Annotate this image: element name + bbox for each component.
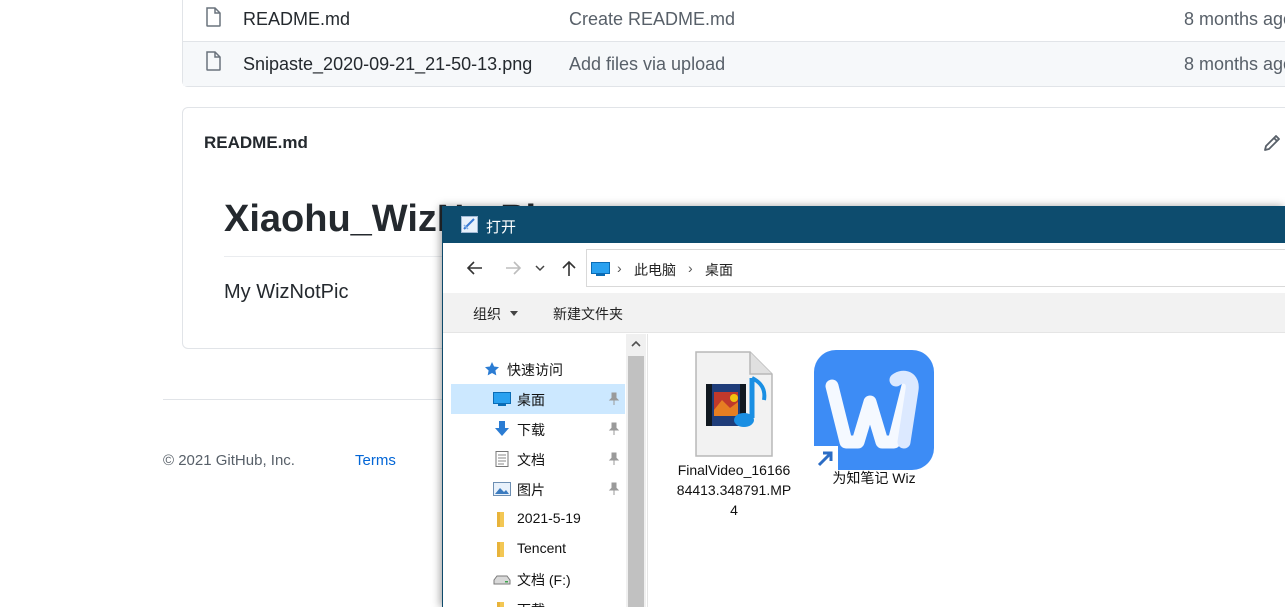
- file-icon: [206, 51, 221, 71]
- nav-scrollbar[interactable]: [626, 334, 646, 607]
- nav-item-desktop[interactable]: 桌面: [451, 384, 625, 414]
- nav-item-drive[interactable]: 文档 (F:): [451, 564, 625, 594]
- readme-paragraph: My WizNotPic: [224, 281, 349, 303]
- back-arrow-icon[interactable]: [464, 257, 486, 279]
- nav-item-label: 文档 (F:): [517, 572, 571, 588]
- scroll-up-arrow-icon[interactable]: [626, 334, 646, 354]
- file-name-label: 为知笔记 Wiz: [832, 470, 916, 486]
- file-name-link[interactable]: README.md: [243, 9, 350, 30]
- organize-dropdown-icon[interactable]: [510, 311, 518, 316]
- breadcrumb-this-pc[interactable]: 此电脑: [634, 260, 676, 280]
- open-file-dialog: 打开 › 此电脑 › 桌面 组织 新建文件夹 快速访问 桌面 下载 文档 图片 …: [442, 206, 1285, 607]
- nav-item-folder[interactable]: Tencent: [451, 534, 625, 564]
- nav-item-label: Tencent: [517, 540, 567, 556]
- file-view-pane: FinalVideo_1616684413.348791.MP4 为知笔记 Wi…: [649, 334, 1285, 607]
- commit-message-link[interactable]: Create README.md: [569, 9, 735, 30]
- file-name-link[interactable]: Snipaste_2020-09-21_21-50-13.png: [243, 54, 532, 75]
- folder-icon: [497, 512, 504, 527]
- footer-copyright: © 2021 GitHub, Inc.: [163, 452, 295, 469]
- nav-item-label: 桌面: [517, 392, 545, 408]
- nav-item-label: 文档: [517, 452, 545, 468]
- breadcrumb-separator-icon[interactable]: ›: [688, 260, 693, 276]
- file-row[interactable]: Snipaste_2020-09-21_21-50-13.png Add fil…: [183, 42, 1285, 86]
- address-bar[interactable]: › 此电脑 › 桌面: [586, 249, 1285, 287]
- up-arrow-icon[interactable]: [558, 257, 580, 279]
- open-dialog-icon: [461, 216, 478, 233]
- nav-item-label: 下载: [517, 600, 545, 607]
- file-tile-shortcut[interactable]: 为知笔记 Wiz: [814, 346, 934, 506]
- drive-icon: [493, 575, 511, 585]
- folder-icon: [497, 602, 504, 607]
- desktop-icon: [493, 392, 511, 406]
- download-icon: [495, 421, 509, 436]
- nav-item-pictures[interactable]: 图片: [451, 474, 625, 504]
- recent-locations-chevron-icon[interactable]: [533, 257, 547, 279]
- document-icon: [495, 451, 509, 467]
- breadcrumb-separator-icon[interactable]: ›: [617, 260, 622, 276]
- nav-item-downloads[interactable]: 下载: [451, 414, 625, 444]
- commit-message-link[interactable]: Add files via upload: [569, 54, 725, 75]
- pin-icon[interactable]: [608, 452, 620, 466]
- nav-quick-access-label: 快速访问: [507, 362, 563, 378]
- nav-item-label: 2021-5-19: [517, 510, 581, 526]
- pin-icon[interactable]: [608, 422, 620, 436]
- wiz-shortcut-icon: [814, 350, 934, 470]
- file-name-label: FinalVideo_1616684413.348791.MP4: [676, 462, 792, 518]
- nav-item-label: 下载: [517, 422, 545, 438]
- pin-icon[interactable]: [608, 482, 620, 496]
- dialog-titlebar[interactable]: 打开: [443, 206, 1285, 243]
- pencil-icon[interactable]: [1261, 132, 1283, 154]
- breadcrumb-desktop[interactable]: 桌面: [705, 260, 733, 280]
- this-pc-icon: [591, 262, 610, 276]
- nav-quick-access[interactable]: 快速访问: [451, 354, 625, 384]
- commit-time: 8 months ago: [1184, 9, 1285, 29]
- pin-icon[interactable]: [608, 392, 620, 406]
- file-tile-video[interactable]: FinalVideo_1616684413.348791.MP4: [674, 346, 794, 526]
- navigation-pane: 快速访问 桌面 下载 文档 图片 2021-5-19 Tencent 文档 (F…: [443, 334, 648, 607]
- command-toolbar: 组织 新建文件夹: [443, 293, 1285, 333]
- picture-icon: [493, 482, 511, 496]
- nav-item-folder[interactable]: 下载: [451, 594, 625, 607]
- video-file-icon: [695, 351, 773, 457]
- commit-time: 8 months ago: [1184, 53, 1285, 74]
- scrollbar-thumb[interactable]: [628, 356, 644, 607]
- nav-item-folder[interactable]: 2021-5-19: [451, 504, 625, 534]
- repo-file-list: README.md Create README.md 8 months ago …: [182, 0, 1285, 87]
- star-icon: [485, 362, 499, 376]
- navigation-bar: › 此电脑 › 桌面: [443, 243, 1285, 293]
- nav-item-documents[interactable]: 文档: [451, 444, 625, 474]
- folder-icon: [497, 542, 504, 557]
- new-folder-button[interactable]: 新建文件夹: [553, 304, 623, 324]
- file-icon: [206, 7, 221, 27]
- readme-filename: README.md: [204, 133, 308, 152]
- file-row[interactable]: README.md Create README.md 8 months ago: [183, 0, 1285, 42]
- organize-button[interactable]: 组织: [473, 304, 501, 324]
- nav-item-label: 图片: [517, 482, 545, 498]
- dialog-title: 打开: [486, 219, 517, 236]
- footer-terms-link[interactable]: Terms: [355, 452, 396, 469]
- forward-arrow-icon[interactable]: [502, 257, 524, 279]
